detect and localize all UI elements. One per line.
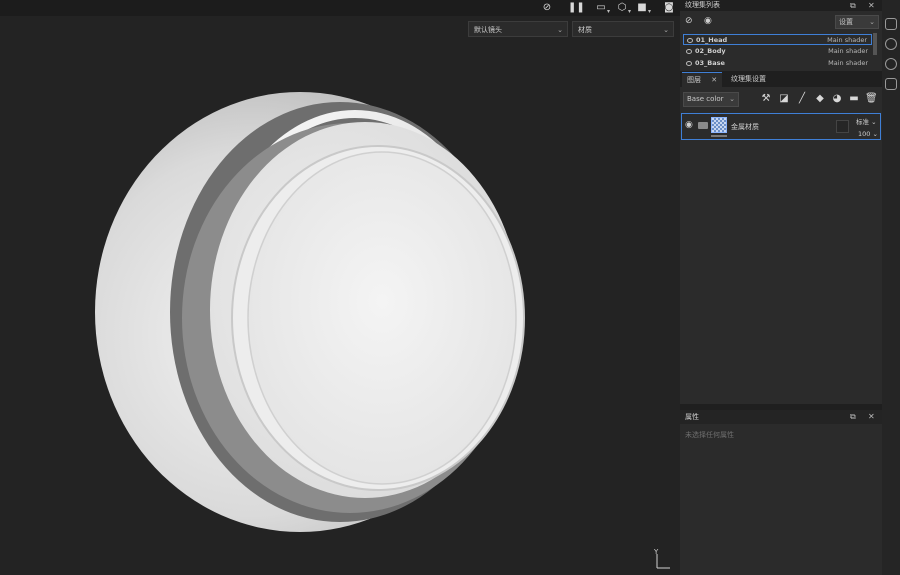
screenshot-icon[interactable]: ◙ xyxy=(662,1,676,15)
undock-icon[interactable]: ⧉ xyxy=(850,0,856,11)
list-item[interactable]: 01_Head Main shader xyxy=(683,34,872,45)
add-mask-icon[interactable]: ◪ xyxy=(778,93,790,105)
properties-header: 属性 ⧉ ✕ xyxy=(680,410,882,424)
layer-row[interactable]: ◉ 金属材质 标准 ⌄ 100 ⌄ xyxy=(681,113,881,140)
display-mode-select[interactable]: 材质 ⌄ xyxy=(572,21,674,37)
properties-empty-text: 未选择任何属性 xyxy=(685,431,734,439)
chevron-down-icon: ⌄ xyxy=(869,18,875,26)
layer-thumbnail-bar xyxy=(711,135,727,137)
tab-layers[interactable]: 图层 ✕ xyxy=(682,72,723,87)
opacity-select[interactable]: 100 ⌄ xyxy=(858,130,878,138)
texture-set-shader: Main shader xyxy=(828,47,868,55)
camera-select[interactable]: 默认镜头 ⌄ xyxy=(468,21,568,37)
undock-icon[interactable]: ⧉ xyxy=(850,410,856,424)
close-icon[interactable]: ✕ xyxy=(868,0,875,11)
settings-select[interactable]: 设置 ⌄ xyxy=(835,15,879,29)
hide-icon[interactable]: ⊘ xyxy=(540,1,554,15)
material-sphere-preview xyxy=(95,92,525,532)
eye-icon[interactable] xyxy=(686,61,692,66)
history-icon[interactable] xyxy=(885,58,897,70)
texture-set-name: 03_Base xyxy=(695,59,725,67)
texture-set-list-title: 纹理集列表 xyxy=(685,1,720,9)
hide-all-icon[interactable]: ⊘ xyxy=(685,16,693,26)
3d-viewport[interactable]: ⊘ ❚❚ ▭ ▾ ⬡ ▾ ■ ▾ ◙ 默认镜头 ⌄ 材质 ⌄ Y xyxy=(0,0,680,575)
eye-icon[interactable]: ◉ xyxy=(685,120,693,130)
tab-layers-label: 图层 xyxy=(687,76,701,84)
layer-color-swatch[interactable] xyxy=(836,120,849,133)
blend-mode-value: 标准 xyxy=(856,118,869,126)
texture-set-shader: Main shader xyxy=(827,36,867,44)
opacity-value: 100 xyxy=(858,130,871,138)
close-icon[interactable]: ✕ xyxy=(868,410,875,424)
chevron-down-icon[interactable]: ▾ xyxy=(648,8,651,15)
chevron-down-icon: ⌄ xyxy=(729,95,735,103)
camera-select-value: 默认镜头 xyxy=(474,26,502,34)
folder-icon[interactable]: ▬ xyxy=(848,93,860,105)
properties-title: 属性 xyxy=(685,413,699,421)
channel-select-value: Base color xyxy=(687,95,724,103)
settings-select-label: 设置 xyxy=(839,18,853,26)
cube-icon[interactable]: ⬡ xyxy=(615,1,629,15)
tab-texture-set-settings[interactable]: 纹理集设置 xyxy=(726,72,771,86)
close-icon[interactable]: ✕ xyxy=(711,76,717,84)
chevron-down-icon[interactable]: ▾ xyxy=(628,8,631,15)
blend-mode-select[interactable]: 标准 ⌄ xyxy=(856,116,877,126)
folder-icon xyxy=(698,122,708,129)
fill-bucket-icon[interactable]: ◆ xyxy=(814,93,826,105)
layer-name: 金属材质 xyxy=(731,123,759,131)
viewport-toolbar: ⊘ ❚❚ ▭ ▾ ⬡ ▾ ■ ▾ ◙ xyxy=(0,0,680,16)
shelf-icon[interactable] xyxy=(885,18,897,30)
camera-icon[interactable]: ■ xyxy=(635,1,649,15)
chevron-down-icon: ⌄ xyxy=(557,26,563,34)
log-icon[interactable] xyxy=(885,78,897,90)
texture-set-list-header: 纹理集列表 ⧉ ✕ xyxy=(680,0,882,11)
tab-texture-set-settings-label: 纹理集设置 xyxy=(731,75,766,83)
display-mode-value: 材质 xyxy=(578,26,592,34)
environment-icon[interactable] xyxy=(885,38,897,50)
texture-set-list: 01_Head Main shader 02_Body Main shader … xyxy=(682,33,873,67)
scrollbar[interactable] xyxy=(873,33,877,55)
list-item[interactable]: 02_Body Main shader xyxy=(683,46,872,57)
layer-thumbnail xyxy=(711,117,727,133)
brush-icon[interactable]: ╱ xyxy=(796,93,808,105)
texture-set-name: 02_Body xyxy=(695,47,726,55)
texture-set-name: 01_Head xyxy=(696,36,728,44)
eye-icon[interactable] xyxy=(687,38,693,43)
axis-y-label: Y xyxy=(653,548,659,556)
eye-icon[interactable] xyxy=(686,49,692,54)
add-effect-icon[interactable]: ⚒ xyxy=(760,93,772,105)
trash-icon[interactable]: 🗑 xyxy=(865,93,878,105)
chevron-down-icon[interactable]: ▾ xyxy=(607,8,610,15)
texture-set-shader: Main shader xyxy=(828,59,868,67)
pause-icon[interactable]: ❚❚ xyxy=(568,1,585,15)
viewport-frame-icon[interactable]: ▭ xyxy=(594,1,608,15)
chevron-down-icon: ⌄ xyxy=(663,26,669,34)
material-ball-icon[interactable]: ◕ xyxy=(831,93,843,105)
axis-gizmo: Y xyxy=(653,548,670,569)
right-icon-strip xyxy=(882,0,900,575)
eye-icon[interactable]: ◉ xyxy=(704,16,712,26)
right-panels: 纹理集列表 ⧉ ✕ ⊘ ◉ 设置 ⌄ 01_Head Main shader 0… xyxy=(680,0,882,575)
channel-select[interactable]: Base color ⌄ xyxy=(683,92,739,107)
list-item[interactable]: 03_Base Main shader xyxy=(683,58,872,67)
